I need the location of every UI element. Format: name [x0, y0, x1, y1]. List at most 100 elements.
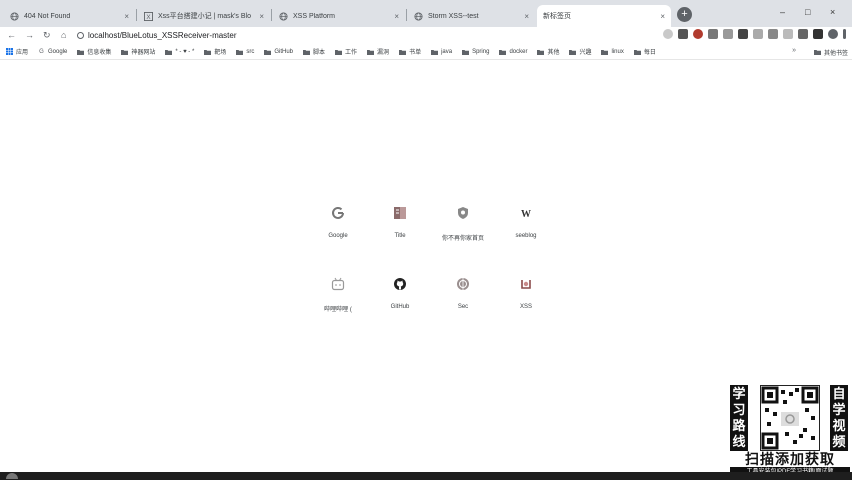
close-icon[interactable]: ×: [394, 12, 399, 21]
minimize-button[interactable]: –: [780, 7, 785, 17]
bookmark-item[interactable]: * - ♥ - *: [165, 48, 194, 55]
folder-icon: [537, 48, 545, 55]
toolbar: ← → ↻ ⌂ localhost/BlueLotus_XSSReceiver-…: [0, 27, 852, 44]
menu-icon[interactable]: [843, 29, 846, 39]
bookmark-item[interactable]: 工作: [335, 47, 357, 56]
bookmark-label: Google: [48, 48, 68, 55]
extension-icon[interactable]: [813, 29, 823, 39]
bookmark-label: 漏洞: [377, 50, 390, 56]
extension-icon[interactable]: [768, 29, 778, 39]
reload-button[interactable]: ↻: [43, 29, 51, 41]
extension-icon[interactable]: [723, 29, 733, 39]
other-bookmarks[interactable]: 其他书签: [813, 48, 848, 57]
folder-icon: [367, 48, 375, 55]
bookmark-item[interactable]: 漏洞: [367, 47, 389, 56]
extension-icon[interactable]: [693, 29, 703, 39]
bookmark-item[interactable]: 书单: [399, 47, 421, 56]
shortcut-tile[interactable]: Sec: [433, 269, 493, 319]
bookmark-item[interactable]: 靶场: [204, 47, 226, 56]
bookmark-item[interactable]: 神器网站: [121, 47, 155, 56]
bookmarks-overflow-button[interactable]: »: [792, 47, 796, 54]
folder-icon: [121, 48, 129, 55]
bookmark-item[interactable]: 其他: [537, 47, 559, 56]
bookmark-label: Spring: [472, 48, 490, 55]
w-icon: W: [514, 201, 538, 225]
bookmark-item[interactable]: 信息收集: [77, 47, 111, 56]
forward-button[interactable]: →: [25, 29, 34, 41]
extension-icon[interactable]: [798, 29, 808, 39]
home-button[interactable]: ⌂: [61, 29, 66, 41]
bookmark-item[interactable]: docker: [499, 48, 527, 55]
bookmark-item[interactable]: Spring: [462, 48, 489, 55]
new-tab-button[interactable]: +: [677, 7, 692, 22]
folder-icon: [601, 48, 609, 55]
folder-icon: [335, 48, 343, 55]
tab-404[interactable]: 404 Not Found ×: [4, 5, 135, 27]
shortcut-label: XSS: [519, 304, 532, 310]
shortcut-tile[interactable]: Google: [308, 198, 368, 248]
tab-xss-platform[interactable]: XSS Platform ×: [273, 5, 405, 27]
maximize-button[interactable]: □: [805, 7, 810, 17]
bookmark-item[interactable]: GitHub: [264, 48, 293, 55]
bookmarks-bar: 应用 G Google 信息收集 神器网站 * - ♥ - * 靶场 src GitHub 脚本 工…: [0, 44, 852, 60]
extension-icon[interactable]: [678, 29, 688, 39]
bookmark-item[interactable]: G Google: [38, 48, 67, 55]
shortcut-tile[interactable]: 你不再你家首页: [433, 198, 493, 248]
folder-icon: [204, 48, 212, 55]
bookmark-item[interactable]: 兴趣: [569, 47, 591, 56]
folder-icon: [813, 49, 821, 56]
extension-icon[interactable]: [783, 29, 793, 39]
bookmark-item[interactable]: 每日: [633, 47, 656, 56]
bookmark-item[interactable]: linux: [601, 48, 624, 55]
svg-text:W: W: [521, 209, 531, 220]
extension-icon[interactable]: [708, 29, 718, 39]
shortcut-label: seeblog: [515, 233, 537, 239]
promo-bottom-text: 扫描添加获取: [730, 452, 850, 467]
apps-icon: [6, 48, 13, 55]
back-button[interactable]: ←: [7, 29, 16, 41]
tab-title: Storm XSS--test: [428, 12, 479, 20]
close-icon[interactable]: ×: [124, 12, 129, 21]
folder-icon: [462, 48, 470, 55]
bookmark-item[interactable]: src: [236, 48, 254, 55]
bookmark-label: GitHub: [274, 48, 294, 55]
shortcut-tile[interactable]: GitHub: [370, 269, 430, 319]
bookmark-label: java: [441, 48, 453, 55]
bookmark-item[interactable]: 脚本: [303, 47, 325, 56]
extension-icon[interactable]: [663, 29, 673, 39]
tab-strip: 404 Not Found × X Xss平台搭建小记 | mask's Blo…: [0, 0, 852, 27]
start-icon[interactable]: [6, 473, 18, 479]
tab-new-tab-page[interactable]: 新标签页 ×: [537, 5, 671, 27]
close-window-button[interactable]: ×: [830, 7, 835, 17]
shortcut-tile[interactable]: Wseeblog: [496, 198, 556, 248]
x-icon: X: [144, 11, 153, 21]
close-icon[interactable]: ×: [524, 12, 529, 21]
shortcut-tile[interactable]: 哔哩哔哩 (: [308, 269, 368, 319]
profile-icon[interactable]: [828, 29, 838, 39]
extension-icon[interactable]: [738, 29, 748, 39]
shortcut-tile[interactable]: XSS: [496, 269, 556, 319]
tab-title: Xss平台搭建小记 | mask's Blo: [158, 13, 251, 20]
close-icon[interactable]: ×: [259, 12, 264, 21]
tab-xss-blog[interactable]: X Xss平台搭建小记 | mask's Blo ×: [138, 5, 270, 27]
shortcut-label: Sec: [457, 304, 469, 310]
shortcut-label: 哔哩哔哩 (: [324, 307, 352, 313]
shortcut-tile[interactable]: Title: [370, 198, 430, 248]
bookmark-item[interactable]: java: [431, 48, 452, 55]
tab-divider: [136, 9, 137, 21]
svg-text:X: X: [146, 14, 151, 21]
bookmark-item[interactable]: 应用: [6, 47, 28, 56]
tab-storm-xss[interactable]: Storm XSS--test ×: [408, 5, 535, 27]
google-icon: G: [39, 48, 44, 55]
book-icon: [388, 201, 412, 225]
address-text: localhost/BlueLotus_XSSReceiver-master: [88, 30, 237, 40]
extension-icon[interactable]: [753, 29, 763, 39]
other-bookmarks-label: 其他书签: [823, 51, 848, 57]
info-icon[interactable]: [77, 31, 84, 39]
close-icon[interactable]: ×: [660, 12, 665, 21]
folder-icon: [431, 48, 439, 55]
extensions-area: [663, 29, 846, 39]
xss-icon: [514, 272, 538, 296]
bookmark-label: src: [246, 48, 255, 55]
folder-icon: [499, 48, 507, 55]
